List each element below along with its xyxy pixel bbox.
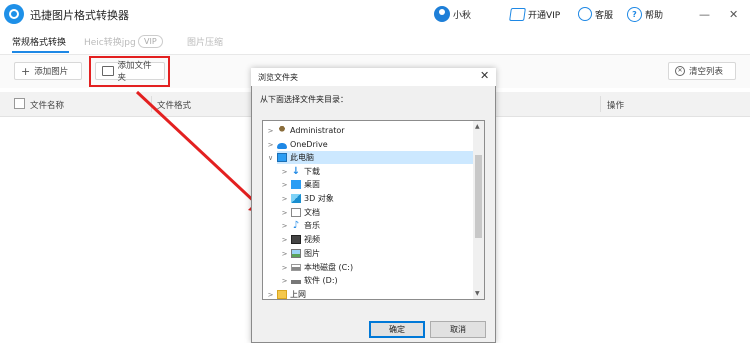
computer-icon — [277, 153, 287, 162]
expand-icon[interactable]: > — [280, 209, 289, 217]
scroll-up-arrow-icon[interactable]: ▲ — [475, 123, 480, 130]
tree-item-onedrive[interactable]: > OneDrive — [266, 138, 328, 151]
music-icon: ♪ — [292, 220, 300, 231]
cube-icon — [291, 194, 301, 203]
document-icon — [291, 208, 301, 217]
expand-icon[interactable]: > — [280, 277, 289, 285]
expand-icon[interactable]: > — [266, 291, 275, 299]
cancel-button[interactable]: 取消 — [430, 321, 486, 338]
tree-item-label: Administrator — [290, 126, 345, 135]
tree-item-documents[interactable]: > 文档 — [266, 206, 320, 219]
tree-item-label: 图片 — [304, 249, 320, 258]
expand-icon[interactable]: > — [280, 195, 289, 203]
tree-item-label: 文档 — [304, 208, 320, 217]
picture-icon — [291, 249, 301, 258]
drive-icon — [291, 280, 301, 284]
expand-icon[interactable]: > — [266, 127, 275, 135]
tree-item-3d-objects[interactable]: > 3D 对象 — [266, 192, 334, 205]
drive-icon — [291, 264, 301, 271]
tree-item-this-pc[interactable]: ∨ 此电脑 — [266, 151, 314, 164]
expand-icon[interactable]: > — [280, 181, 289, 189]
dialog-description: 从下面选择文件夹目录： — [260, 95, 348, 104]
tree-item-label: 音乐 — [304, 221, 320, 230]
tree-item-label: 软件 (D:) — [304, 276, 338, 285]
expand-icon[interactable]: > — [266, 141, 275, 149]
folder-icon — [277, 290, 287, 299]
tree-item-software-d[interactable]: > 软件 (D:) — [266, 274, 338, 287]
video-icon — [291, 235, 301, 244]
dialog-title: 浏览文件夹 — [258, 73, 298, 82]
expand-icon[interactable]: > — [280, 222, 289, 230]
tree-item-label: 本地磁盘 (C:) — [304, 263, 354, 272]
tree-item-label: OneDrive — [290, 140, 328, 149]
tree-item-local-disk-c[interactable]: > 本地磁盘 (C:) — [266, 261, 354, 274]
tree-item-music[interactable]: > ♪ 音乐 — [266, 219, 320, 232]
expand-icon[interactable]: > — [280, 168, 289, 176]
tree-item-label: 3D 对象 — [304, 194, 334, 203]
tree-item-label: 桌面 — [304, 180, 320, 189]
tree-item-desktop[interactable]: > 桌面 — [266, 178, 320, 191]
ok-button[interactable]: 确定 — [369, 321, 425, 338]
cloud-icon — [277, 142, 287, 149]
tree-item-downloads[interactable]: > ↓ 下载 — [266, 165, 320, 178]
tree-item-pictures[interactable]: > 图片 — [266, 247, 320, 260]
tree-item-label: 下载 — [304, 167, 320, 176]
dialog-close-button[interactable]: ✕ — [480, 69, 489, 82]
desktop-icon — [291, 180, 301, 189]
tree-item-administrator[interactable]: > Administrator — [266, 124, 345, 137]
user-folder-icon — [277, 126, 287, 135]
scroll-down-arrow-icon[interactable]: ▼ — [475, 290, 480, 297]
scrollbar-thumb[interactable] — [475, 155, 482, 238]
expand-icon[interactable]: > — [280, 264, 289, 272]
expand-icon[interactable]: > — [280, 250, 289, 258]
tree-item-shangwang[interactable]: > 上网 — [266, 288, 306, 301]
tree-item-label: 此电脑 — [290, 153, 314, 162]
tree-item-label: 上网 — [290, 290, 306, 299]
tree-item-label: 视频 — [304, 235, 320, 244]
expand-icon[interactable]: > — [280, 236, 289, 244]
collapse-icon[interactable]: ∨ — [266, 154, 275, 162]
tree-item-videos[interactable]: > 视频 — [266, 233, 320, 246]
download-icon: ↓ — [291, 166, 301, 177]
